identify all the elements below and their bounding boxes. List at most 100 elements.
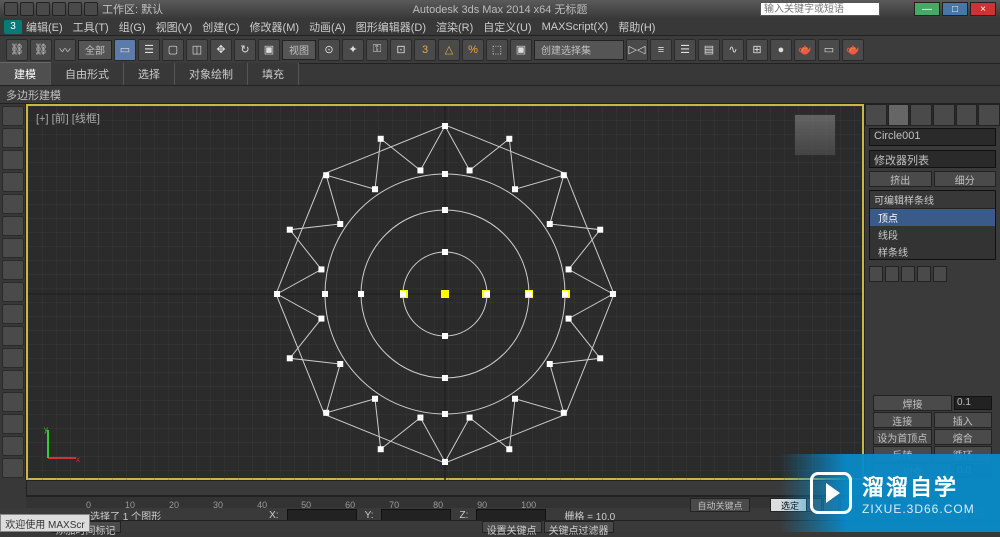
select-name-button[interactable]: ☰ (138, 39, 160, 61)
weld-spinner[interactable]: 0.1 (954, 396, 992, 410)
tab-modeling[interactable]: 建模 (0, 62, 51, 85)
menu-help[interactable]: 帮助(H) (618, 19, 655, 35)
viewport-label[interactable]: [+] [前] [线框] (36, 110, 100, 126)
display-tab-icon[interactable] (956, 104, 978, 126)
pin-stack-icon[interactable] (869, 266, 883, 282)
ref-coord-dropdown[interactable]: 视图 (282, 40, 316, 60)
play-icon[interactable] (840, 498, 856, 512)
minimize-button[interactable]: — (914, 2, 940, 16)
manip-icon[interactable]: ✦ (342, 39, 364, 61)
object-name-field[interactable]: Circle001 (869, 128, 996, 146)
cross-spinner[interactable]: 0.0 (954, 464, 992, 478)
menu-graph[interactable]: 图形编辑器(D) (356, 19, 426, 35)
workspace-label[interactable]: 工作区: 默认 (102, 1, 163, 17)
show-end-icon[interactable] (885, 266, 899, 282)
named-sel-dropdown[interactable]: 创建选择集 (534, 40, 624, 60)
lt-icon[interactable] (2, 458, 24, 478)
viewport[interactable]: [+] [前] [线框] x y (26, 104, 864, 480)
qat-icon[interactable] (20, 2, 34, 16)
menu-edit[interactable]: 编辑(E) (26, 19, 63, 35)
cycle-button[interactable]: 循环 (934, 446, 993, 462)
qat-icon[interactable] (84, 2, 98, 16)
next-frame-icon[interactable] (857, 498, 873, 512)
lt-icon[interactable] (2, 194, 24, 214)
snap-percent-icon[interactable]: % (462, 39, 484, 61)
move-icon[interactable]: ✥ (210, 39, 232, 61)
prev-frame-icon[interactable] (823, 498, 839, 512)
tab-fill[interactable]: 填充 (248, 63, 299, 85)
curve-editor-icon[interactable]: ∿ (722, 39, 744, 61)
key-icon[interactable]: ⚿ (366, 39, 388, 61)
pivot-icon[interactable]: ⊙ (318, 39, 340, 61)
set-key-button[interactable]: 设置关键点 (482, 521, 542, 533)
scale-icon[interactable]: ▣ (258, 39, 280, 61)
schematic-icon[interactable]: ⊞ (746, 39, 768, 61)
auto-key-button[interactable]: 自动关键点 (690, 498, 750, 512)
tab-freeform[interactable]: 自由形式 (51, 63, 124, 85)
motion-tab-icon[interactable] (933, 104, 955, 126)
material-editor-icon[interactable]: ● (770, 39, 792, 61)
qat-icon[interactable] (52, 2, 66, 16)
welcome-tab[interactable]: 欢迎使用 MAXScr (0, 514, 90, 532)
render-frame-icon[interactable]: ▭ (818, 39, 840, 61)
stack-spline[interactable]: 样条线 (870, 243, 995, 260)
max-viewport-icon[interactable] (970, 506, 986, 520)
app-logo-icon[interactable]: 3 (4, 20, 22, 34)
mirror-icon[interactable]: ▷◁ (626, 39, 648, 61)
tab-paint[interactable]: 对象绘制 (175, 63, 248, 85)
lt-icon[interactable] (2, 304, 24, 324)
qat-icon[interactable] (36, 2, 50, 16)
menu-group[interactable]: 组(G) (119, 19, 146, 35)
key-filter-button[interactable]: 关键点过滤器 (544, 521, 614, 533)
lt-icon[interactable] (2, 282, 24, 302)
lt-icon[interactable] (2, 238, 24, 258)
menu-create[interactable]: 创建(C) (202, 19, 239, 35)
fov-icon[interactable] (919, 506, 935, 520)
config-icon[interactable] (933, 266, 947, 282)
connect-button[interactable]: 连接 (873, 412, 932, 428)
window-cross-icon[interactable]: ◫ (186, 39, 208, 61)
render-setup-icon[interactable]: 🫖 (794, 39, 816, 61)
track-bar[interactable] (26, 480, 864, 496)
qat-icon[interactable] (4, 2, 18, 16)
unique-icon[interactable] (901, 266, 915, 282)
align-icon[interactable]: ≡ (650, 39, 672, 61)
lt-icon[interactable] (2, 106, 24, 126)
reverse-button[interactable]: 反转 (873, 446, 932, 462)
stack-editable-spline[interactable]: 可编辑样条线 (870, 191, 995, 209)
lt-icon[interactable] (2, 392, 24, 412)
select-button[interactable]: ▭ (114, 39, 136, 61)
lt-icon[interactable] (2, 414, 24, 434)
utilities-tab-icon[interactable] (978, 104, 1000, 126)
maximize-button[interactable]: □ (942, 2, 968, 16)
fuse-button[interactable]: 熔合 (934, 429, 993, 445)
modifier-stack[interactable]: 可编辑样条线 顶点 线段 样条线 (869, 190, 996, 260)
lt-icon[interactable] (2, 436, 24, 456)
unlink-icon[interactable]: ⛓ (30, 39, 52, 61)
menu-render[interactable]: 渲染(R) (436, 19, 473, 35)
lt-icon[interactable] (2, 326, 24, 346)
snap-2d-icon[interactable]: ⊡ (390, 39, 412, 61)
subdiv-button[interactable]: 细分 (934, 171, 997, 187)
insert-button[interactable]: 插入 (934, 412, 993, 428)
snap-3-icon[interactable]: 3 (414, 39, 436, 61)
lt-icon[interactable] (2, 128, 24, 148)
remove-mod-icon[interactable] (917, 266, 931, 282)
menu-custom[interactable]: 自定义(U) (483, 19, 531, 35)
tab-select[interactable]: 选择 (124, 63, 175, 85)
menu-animation[interactable]: 动画(A) (309, 19, 346, 35)
spinner-icon[interactable]: ⬚ (486, 39, 508, 61)
create-tab-icon[interactable] (865, 104, 887, 126)
lt-icon[interactable] (2, 370, 24, 390)
make-first-button[interactable]: 设为首顶点 (873, 429, 932, 445)
ribbon-icon[interactable]: ▤ (698, 39, 720, 61)
zoom-icon[interactable] (885, 506, 901, 520)
stack-vertex[interactable]: 顶点 (870, 209, 995, 226)
layer-icon[interactable]: ☰ (674, 39, 696, 61)
modify-tab-icon[interactable] (888, 104, 910, 126)
select-rect-icon[interactable]: ▢ (162, 39, 184, 61)
weld-button[interactable]: 焊接 (873, 395, 952, 411)
poly-model-label[interactable]: 多边形建模 (6, 87, 61, 103)
stack-segment[interactable]: 线段 (870, 226, 995, 243)
menu-modifier[interactable]: 修改器(M) (250, 19, 300, 35)
